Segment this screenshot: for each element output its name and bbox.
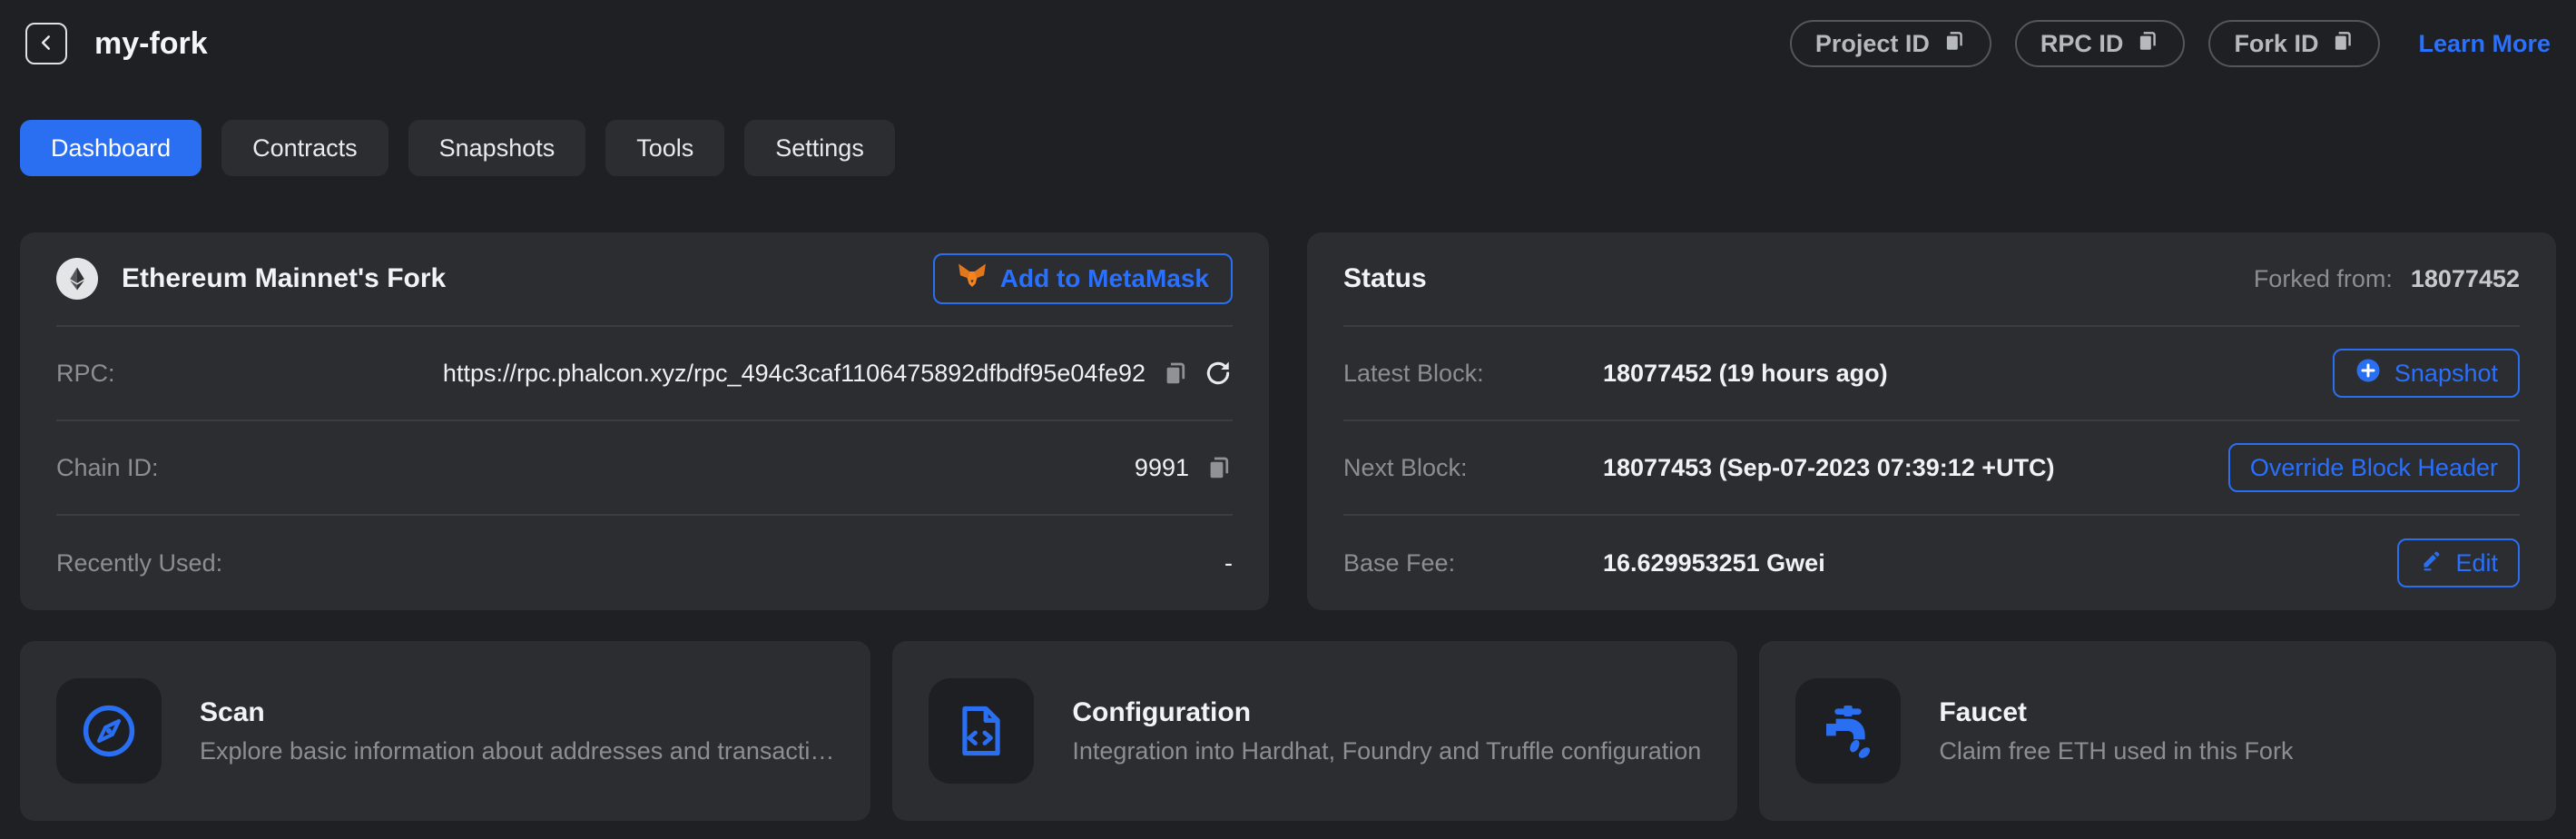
next-block-label: Next Block: (1343, 454, 1603, 482)
feature-text: Scan Explore basic information about add… (200, 697, 834, 765)
feature-title-scan: Scan (200, 697, 834, 728)
feature-card-scan[interactable]: Scan Explore basic information about add… (20, 641, 870, 821)
copy-icon (2331, 29, 2355, 59)
feature-card-faucet[interactable]: Faucet Claim free ETH used in this Fork (1759, 641, 2556, 821)
status-card-title: Status (1343, 263, 1427, 294)
status-card-header: Status Forked from: 18077452 (1343, 232, 2520, 327)
feature-desc-configuration: Integration into Hardhat, Foundry and Tr… (1072, 737, 1701, 765)
feature-text: Faucet Claim free ETH used in this Fork (1939, 697, 2293, 765)
forked-from-value: 18077452 (2411, 265, 2520, 293)
chain-id-value: 9991 (1135, 454, 1189, 482)
feature-title-configuration: Configuration (1072, 697, 1701, 728)
main-cards: Ethereum Mainnet's Fork Add to MetaMask … (20, 232, 2556, 610)
tab-contracts[interactable]: Contracts (221, 120, 388, 176)
learn-more-link[interactable]: Learn More (2418, 30, 2551, 58)
forked-from: Forked from: 18077452 (2254, 265, 2520, 293)
plus-circle-icon (2355, 357, 2382, 390)
tab-settings[interactable]: Settings (744, 120, 895, 176)
snapshot-button[interactable]: Snapshot (2333, 349, 2520, 398)
base-fee-label: Base Fee: (1343, 549, 1603, 577)
base-fee-row: Base Fee: 16.629953251 Gwei Edit (1343, 516, 2520, 610)
tab-snapshots[interactable]: Snapshots (408, 120, 586, 176)
rpc-id-pill[interactable]: RPC ID (2015, 20, 2186, 67)
fork-id-pill[interactable]: Fork ID (2208, 20, 2380, 67)
recently-used-label: Recently Used: (56, 549, 222, 577)
snapshot-button-label: Snapshot (2394, 360, 2498, 388)
override-block-header-label: Override Block Header (2250, 454, 2498, 482)
topbar-actions: Project ID RPC ID Fork ID Learn More (1790, 20, 2551, 67)
rpc-row: RPC: https://rpc.phalcon.xyz/rpc_494c3ca… (56, 327, 1233, 421)
chain-id-label: Chain ID: (56, 454, 159, 482)
recently-used-row: Recently Used: - (56, 516, 1233, 610)
rpc-label: RPC: (56, 360, 115, 388)
fork-card-title: Ethereum Mainnet's Fork (122, 263, 446, 294)
rpc-id-label: RPC ID (2040, 30, 2124, 58)
feature-text: Configuration Integration into Hardhat, … (1072, 697, 1701, 765)
chain-id-row: Chain ID: 9991 (56, 421, 1233, 516)
edit-button-label: Edit (2455, 549, 2498, 577)
back-button[interactable] (25, 23, 67, 64)
override-block-header-button[interactable]: Override Block Header (2228, 443, 2520, 492)
fork-id-label: Fork ID (2234, 30, 2318, 58)
base-fee-value: 16.629953251 Gwei (1603, 549, 1825, 577)
tab-bar: Dashboard Contracts Snapshots Tools Sett… (20, 120, 2576, 176)
tab-tools[interactable]: Tools (605, 120, 724, 176)
project-id-pill[interactable]: Project ID (1790, 20, 1991, 67)
refresh-icon (1204, 359, 1233, 388)
copy-rpc-button[interactable] (1162, 360, 1189, 387)
metamask-fox-icon (957, 261, 988, 298)
copy-icon (1942, 29, 1966, 59)
feature-desc-faucet: Claim free ETH used in this Fork (1939, 737, 2293, 765)
feature-card-configuration[interactable]: Configuration Integration into Hardhat, … (892, 641, 1737, 821)
feature-title-faucet: Faucet (1939, 697, 2293, 728)
topbar: my-fork Project ID RPC ID Fork ID Learn … (0, 0, 2576, 67)
chevron-left-icon (36, 33, 56, 55)
copy-chain-id-button[interactable] (1205, 454, 1233, 481)
copy-icon (1162, 360, 1189, 387)
add-to-metamask-button[interactable]: Add to MetaMask (933, 253, 1233, 304)
tab-dashboard[interactable]: Dashboard (20, 120, 202, 176)
latest-block-label: Latest Block: (1343, 360, 1603, 388)
page-title: my-fork (94, 26, 208, 62)
forked-from-label: Forked from: (2254, 265, 2393, 293)
add-to-metamask-label: Add to MetaMask (1000, 264, 1209, 293)
feature-desc-scan: Explore basic information about addresse… (200, 737, 834, 765)
faucet-icon (1795, 678, 1901, 784)
status-card: Status Forked from: 18077452 Latest Bloc… (1307, 232, 2556, 610)
code-file-icon (929, 678, 1034, 784)
latest-block-row: Latest Block: 18077452 (19 hours ago) Sn… (1343, 327, 2520, 421)
feature-cards: Scan Explore basic information about add… (20, 641, 2556, 821)
ethereum-icon (56, 258, 98, 300)
edit-base-fee-button[interactable]: Edit (2397, 538, 2520, 587)
next-block-row: Next Block: 18077453 (Sep-07-2023 07:39:… (1343, 421, 2520, 516)
fork-card: Ethereum Mainnet's Fork Add to MetaMask … (20, 232, 1269, 610)
fork-card-header: Ethereum Mainnet's Fork Add to MetaMask (56, 232, 1233, 327)
copy-icon (2136, 29, 2159, 59)
compass-icon (56, 678, 162, 784)
next-block-value: 18077453 (Sep-07-2023 07:39:12 +UTC) (1603, 454, 2055, 482)
rpc-value: https://rpc.phalcon.xyz/rpc_494c3caf1106… (443, 360, 1145, 388)
recently-used-value: - (1224, 549, 1233, 577)
project-id-label: Project ID (1815, 30, 1930, 58)
latest-block-value: 18077452 (19 hours ago) (1603, 360, 1888, 388)
copy-icon (1205, 454, 1233, 481)
pencil-icon (2419, 548, 2443, 578)
refresh-rpc-button[interactable] (1204, 359, 1233, 388)
